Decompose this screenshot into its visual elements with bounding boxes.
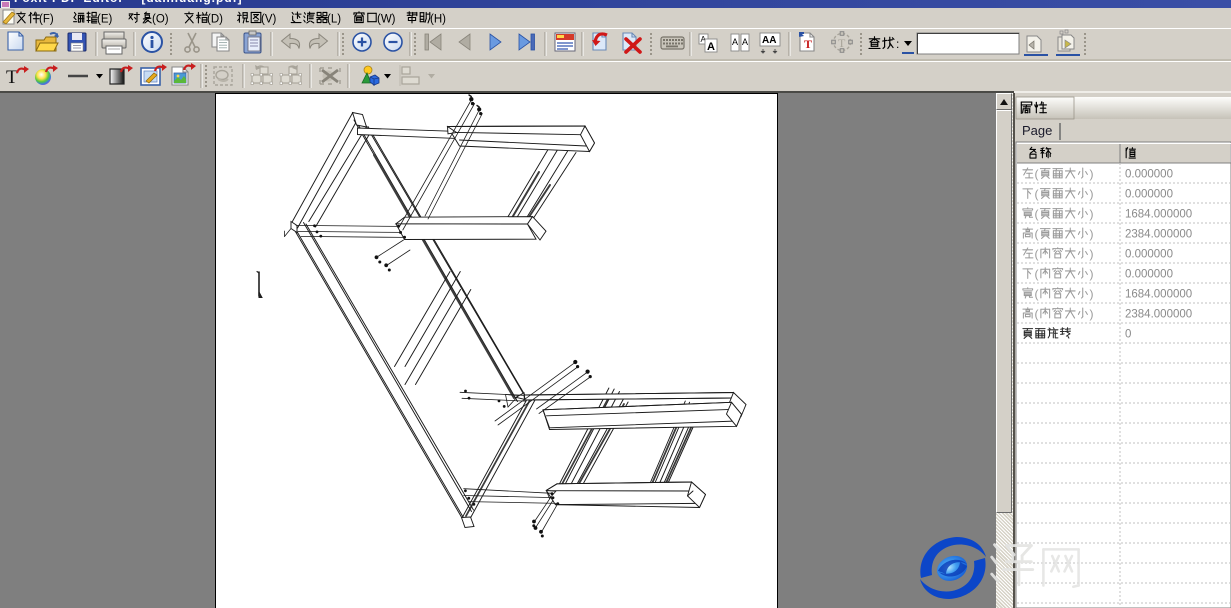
svg-text:(F): (F) (39, 14, 54, 26)
svg-text:A: A (742, 37, 748, 47)
svg-text:): ) (1090, 287, 1094, 301)
svg-text:): ) (1090, 207, 1094, 221)
svg-text:T: T (6, 67, 18, 88)
svg-text:(O): (O) (152, 14, 169, 26)
svg-text:T: T (804, 37, 812, 51)
svg-text:): ) (1090, 247, 1094, 261)
svg-text:(D): (D) (207, 14, 223, 26)
svg-text:): ) (1090, 227, 1094, 241)
svg-text:(W): (W) (377, 14, 396, 26)
svg-text:1684.000000: 1684.000000 (1125, 289, 1192, 301)
svg-text:(E): (E) (97, 14, 113, 26)
svg-text:(L): (L) (327, 14, 341, 26)
svg-text:A: A (707, 41, 715, 53)
svg-text:): ) (1090, 167, 1094, 181)
svg-text:(: ( (1035, 267, 1039, 281)
svg-text:T: T (838, 36, 846, 50)
svg-text:(: ( (1035, 207, 1039, 221)
svg-text:0.000000: 0.000000 (1125, 189, 1173, 201)
svg-text:(: ( (1035, 247, 1039, 261)
svg-text:A: A (732, 37, 738, 47)
svg-text:): ) (1090, 267, 1094, 281)
svg-text::: : (896, 37, 899, 51)
svg-text:1684.000000: 1684.000000 (1125, 209, 1192, 221)
svg-text:): ) (1090, 307, 1094, 321)
svg-text:(H): (H) (430, 14, 446, 26)
svg-text:(V): (V) (261, 14, 277, 26)
svg-text:AA: AA (762, 35, 776, 46)
svg-text:Page: Page (1022, 123, 1052, 138)
svg-text:0: 0 (1125, 329, 1131, 341)
svg-text:0.000000: 0.000000 (1125, 269, 1173, 281)
svg-text:(: ( (1035, 187, 1039, 201)
svg-text:2384.000000: 2384.000000 (1125, 309, 1192, 321)
svg-text:2384.000000: 2384.000000 (1125, 229, 1192, 241)
svg-text:(: ( (1035, 167, 1039, 181)
svg-text:(: ( (1035, 287, 1039, 301)
svg-text:0.000000: 0.000000 (1125, 169, 1173, 181)
svg-text:(: ( (1035, 227, 1039, 241)
svg-text:0.000000: 0.000000 (1125, 249, 1173, 261)
svg-text:): ) (1090, 187, 1094, 201)
svg-text:(: ( (1035, 307, 1039, 321)
